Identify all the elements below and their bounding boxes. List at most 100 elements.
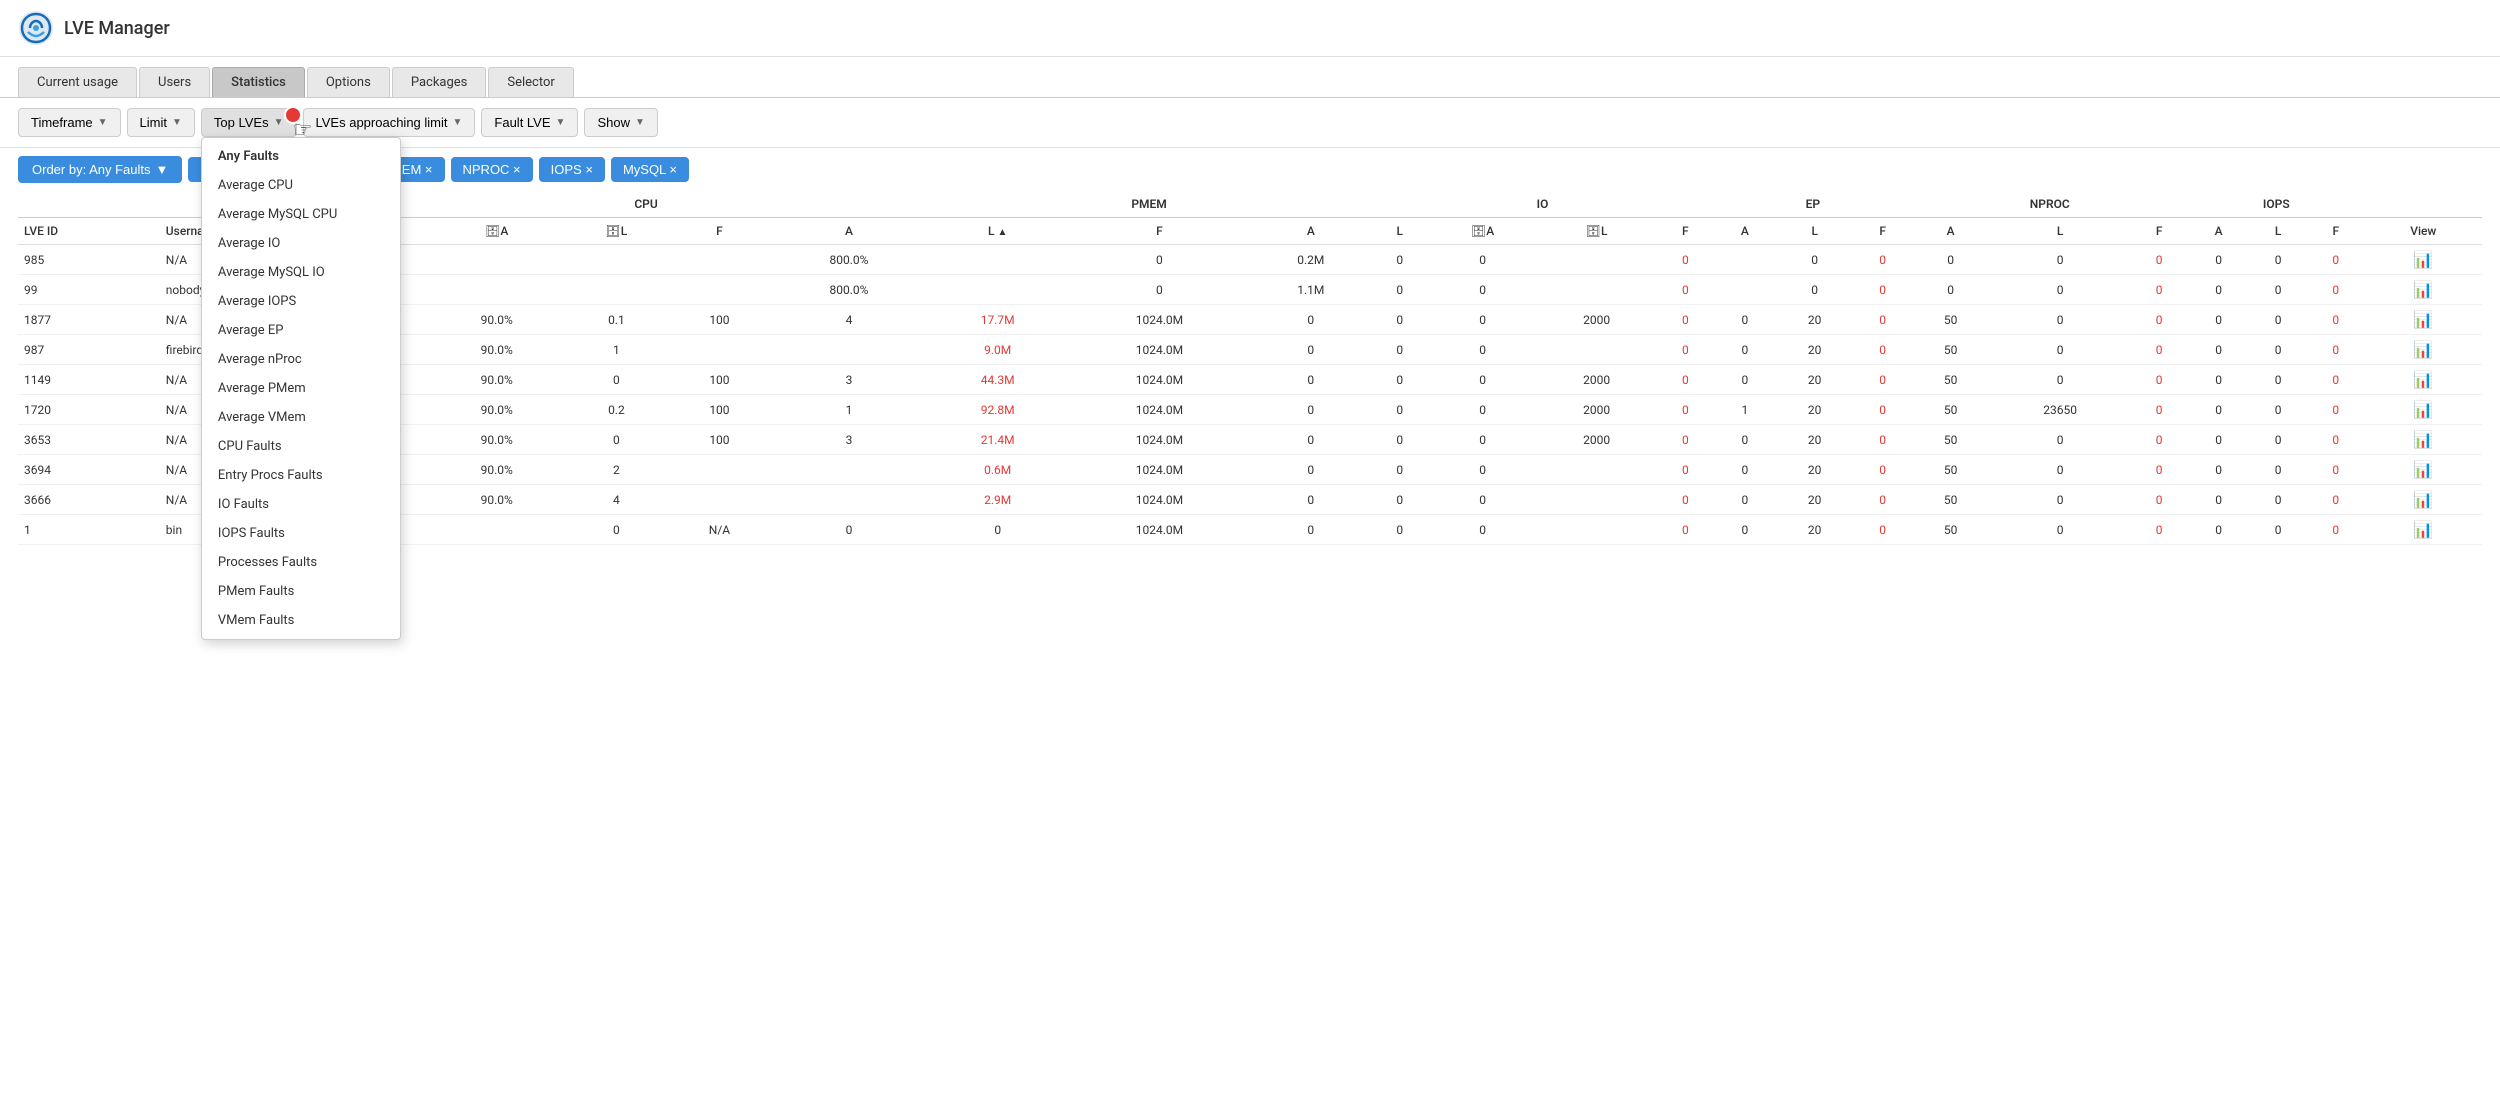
limit-arrow-icon: ▼ (172, 117, 182, 128)
tab-packages[interactable]: Packages (392, 67, 487, 97)
timeframe-arrow-icon: ▼ (98, 117, 108, 128)
tab-options[interactable]: Options (307, 67, 390, 97)
dropdown-item-avg-mysql-cpu[interactable]: Average MySQL CPU (202, 200, 400, 229)
table-cell: 2000 (1537, 395, 1657, 425)
dropdown-item-any-faults[interactable]: Any Faults (202, 142, 400, 171)
view-cell[interactable]: 📊 (2365, 335, 2482, 365)
table-cell: 3 (771, 365, 928, 395)
show-button[interactable]: Show ▼ (584, 108, 657, 137)
tab-selector[interactable]: Selector (488, 67, 573, 97)
tab-users[interactable]: Users (139, 67, 210, 97)
table-cell: 0 (1429, 395, 1537, 425)
table-cell: 0 (1911, 275, 1989, 305)
table-cell: 0 (1990, 425, 2131, 455)
dropdown-item-ep-faults[interactable]: Entry Procs Faults (202, 461, 400, 490)
table-cell: 0 (2188, 365, 2249, 395)
view-cell[interactable]: 📊 (2365, 275, 2482, 305)
toolbar: Timeframe ▼ Limit ▼ Top LVEs ▼ Any Fault… (0, 98, 2500, 148)
dropdown-item-avg-cpu[interactable]: Average CPU (202, 171, 400, 200)
table-cell: 3694 (18, 455, 160, 485)
th-view-group (2365, 191, 2482, 218)
filter-tag-mysql[interactable]: MySQL × (611, 157, 689, 182)
table-cell: 0 (1657, 485, 1715, 515)
dropdown-item-cpu-faults[interactable]: CPU Faults (202, 432, 400, 461)
top-lves-button[interactable]: Top LVEs ▼ (201, 108, 297, 137)
dropdown-item-pmem-faults[interactable]: PMem Faults (202, 577, 400, 606)
table-cell: 23650 (1990, 395, 2131, 425)
table-cell: 0 (2188, 245, 2249, 275)
table-cell: 0 (2307, 425, 2365, 455)
filter-tag-nproc[interactable]: NPROC × (451, 157, 533, 182)
dropdown-item-avg-mysql-io[interactable]: Average MySQL IO (202, 258, 400, 287)
order-by-button[interactable]: Order by: Any Faults ▼ (18, 156, 182, 183)
dropdown-item-vmem-faults[interactable]: VMem Faults (202, 606, 400, 635)
view-cell[interactable]: 📊 (2365, 425, 2482, 455)
view-cell[interactable]: 📊 (2365, 395, 2482, 425)
filter-tag-iops-label: IOPS × (551, 162, 593, 177)
view-cell[interactable]: 📊 (2365, 365, 2482, 395)
table-cell: 0 (1854, 395, 1912, 425)
dropdown-item-iops-faults[interactable]: IOPS Faults (202, 519, 400, 548)
table-cell: 0 (1371, 245, 1429, 275)
table-cell (927, 275, 1068, 305)
view-cell[interactable]: 📊 (2365, 305, 2482, 335)
lves-approaching-button[interactable]: LVEs approaching limit ▼ (303, 108, 476, 137)
table-cell: 0 (2307, 455, 2365, 485)
table-cell: 0 (2249, 275, 2307, 305)
table-cell (771, 335, 928, 365)
table-cell: 0 (927, 515, 1068, 545)
table-cell: 0 (1371, 485, 1429, 515)
view-cell[interactable]: 📊 (2365, 455, 2482, 485)
table-cell: 0 (1854, 245, 1912, 275)
table-cell: 0 (2130, 305, 2188, 335)
th-nproc-group: NPROC (1911, 191, 2188, 218)
table-cell: 20 (1776, 305, 1854, 335)
fault-lve-button[interactable]: Fault LVE ▼ (481, 108, 578, 137)
dropdown-item-avg-nproc[interactable]: Average nProc (202, 345, 400, 374)
view-cell[interactable]: 📊 (2365, 245, 2482, 275)
th-cpu-f: F (668, 218, 770, 245)
timeframe-button[interactable]: Timeframe ▼ (18, 108, 121, 137)
dropdown-item-avg-io[interactable]: Average IO (202, 229, 400, 258)
table-cell: 50 (1911, 305, 1989, 335)
th-cpu-dba: 🗄A (429, 218, 565, 245)
table-cell: 0 (1429, 335, 1537, 365)
table-cell: 985 (18, 245, 160, 275)
table-cell: 90.0% (429, 425, 565, 455)
limit-button[interactable]: Limit ▼ (127, 108, 195, 137)
th-iops-group: IOPS (2188, 191, 2365, 218)
view-cell[interactable]: 📊 (2365, 515, 2482, 545)
table-cell (1537, 455, 1657, 485)
limit-label: Limit (140, 115, 167, 130)
table-cell: 0 (1371, 395, 1429, 425)
dropdown-item-proc-faults[interactable]: Processes Faults (202, 548, 400, 577)
table-cell: 0 (1990, 275, 2131, 305)
table-cell: 50 (1911, 335, 1989, 365)
table-cell: 1 (771, 395, 928, 425)
tab-statistics[interactable]: Statistics (212, 67, 305, 97)
dropdown-item-avg-pmem[interactable]: Average PMem (202, 374, 400, 403)
th-nproc-a: A (1911, 218, 1989, 245)
table-cell: 0 (1714, 515, 1775, 545)
view-cell[interactable]: 📊 (2365, 485, 2482, 515)
th-iops-a: A (2188, 218, 2249, 245)
dropdown-item-avg-ep[interactable]: Average EP (202, 316, 400, 345)
table-cell: 0 (2130, 455, 2188, 485)
table-cell: 987 (18, 335, 160, 365)
table-cell: 50 (1911, 455, 1989, 485)
app-logo-icon (18, 10, 54, 46)
main-tabs: Current usage Users Statistics Options P… (0, 57, 2500, 98)
table-cell: 0 (2249, 395, 2307, 425)
th-pmem-group: PMEM (927, 191, 1371, 218)
table-cell: 0 (1251, 425, 1371, 455)
table-cell: 0 (1911, 245, 1989, 275)
dropdown-item-avg-iops[interactable]: Average IOPS (202, 287, 400, 316)
table-cell: 0 (1429, 485, 1537, 515)
tab-current-usage[interactable]: Current usage (18, 67, 137, 97)
th-ep-group: EP (1714, 191, 1911, 218)
dropdown-item-io-faults[interactable]: IO Faults (202, 490, 400, 519)
filter-tag-iops[interactable]: IOPS × (539, 157, 605, 182)
table-cell: 0 (2249, 245, 2307, 275)
table-cell: 0 (1251, 305, 1371, 335)
dropdown-item-avg-vmem[interactable]: Average VMem (202, 403, 400, 432)
